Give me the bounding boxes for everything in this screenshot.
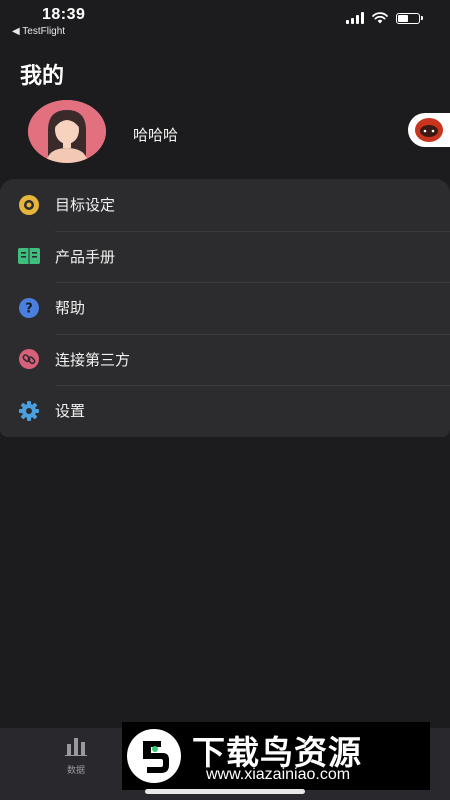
back-to-testflight-link[interactable]: ◀ TestFlight [12, 26, 65, 37]
tab-label: 数据 [66, 765, 85, 775]
link-icon [18, 348, 40, 370]
book-icon [18, 245, 40, 267]
menu-item-help[interactable]: ? 帮助 [0, 282, 450, 334]
menu-item-settings[interactable]: 设置 [0, 385, 450, 437]
home-indicator[interactable] [145, 789, 305, 794]
menu-item-label: 设置 [55, 403, 86, 421]
menu-item-label: 连接第三方 [55, 351, 131, 369]
menu-list: 目标设定 产品手册 ? 帮助 连接第三方 设置 [0, 179, 450, 437]
status-icons [346, 12, 423, 24]
status-time: 18:39 [42, 6, 86, 23]
bar-chart-icon [65, 738, 87, 756]
avatar[interactable] [28, 100, 106, 163]
mascot-badge-icon[interactable] [408, 113, 450, 147]
menu-item-connect-third-party[interactable]: 连接第三方 [0, 333, 450, 386]
gear-icon [18, 400, 40, 422]
wifi-icon [372, 12, 388, 24]
status-bar: 18:39 ◀ TestFlight [0, 0, 450, 44]
menu-item-label: 产品手册 [55, 248, 116, 266]
menu-item-product-manual[interactable]: 产品手册 [0, 230, 450, 283]
menu-item-label: 目标设定 [55, 197, 116, 215]
help-icon: ? [18, 297, 40, 319]
target-icon [18, 194, 40, 216]
signal-icon [346, 12, 364, 24]
watermark-banner: 下载鸟资源 www.xiazainiao.com [122, 722, 430, 790]
menu-item-label: 帮助 [55, 300, 86, 318]
page-title: 我的 [20, 63, 65, 88]
watermark-logo [122, 722, 186, 790]
tab-data[interactable]: 数据 [58, 736, 94, 776]
battery-icon [396, 12, 423, 24]
watermark-url: www.xiazainiao.com [206, 766, 351, 783]
menu-item-goal-setting[interactable]: 目标设定 [0, 179, 450, 231]
username: 哈哈哈 [133, 127, 179, 144]
profile-header[interactable]: 哈哈哈 [0, 95, 450, 170]
svg-text:?: ? [25, 301, 33, 316]
